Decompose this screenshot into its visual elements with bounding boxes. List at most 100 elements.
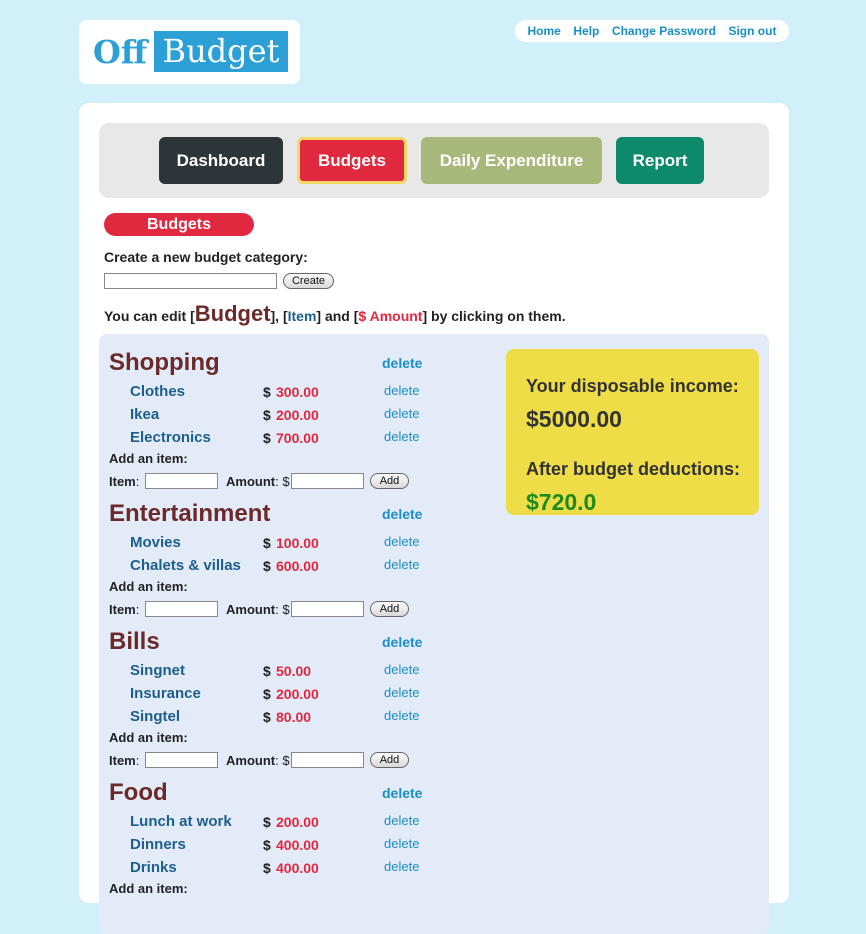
budget-item-row: Movies $ 100.00 delete xyxy=(109,534,429,554)
dollar-sign: $ xyxy=(263,558,271,574)
item-delete-link[interactable]: delete xyxy=(384,685,419,700)
add-amount-label: Amount: $ xyxy=(226,602,290,617)
add-item-heading: Add an item: xyxy=(109,730,188,745)
budget-item-row: Electronics $ 700.00 delete xyxy=(109,429,429,449)
logo-off-text: Off xyxy=(93,33,148,71)
item-name[interactable]: Insurance xyxy=(130,685,201,702)
item-amount[interactable]: 600.00 xyxy=(276,558,319,574)
item-amount[interactable]: 200.00 xyxy=(276,686,319,702)
hint-item: Item xyxy=(287,308,317,324)
add-item-label: Item: xyxy=(109,753,140,768)
add-item-amount-input[interactable] xyxy=(291,601,364,617)
category-title[interactable]: Shopping xyxy=(109,349,220,377)
item-delete-link[interactable]: delete xyxy=(384,836,419,851)
tab-budgets[interactable]: Budgets xyxy=(297,137,407,184)
logo[interactable]: Off Budget xyxy=(79,20,300,84)
after-deductions-label: After budget deductions: xyxy=(526,459,740,479)
item-delete-link[interactable]: delete xyxy=(384,708,419,723)
item-amount[interactable]: 200.00 xyxy=(276,407,319,423)
item-amount[interactable]: 100.00 xyxy=(276,535,319,551)
create-button[interactable]: Create xyxy=(283,273,334,289)
item-delete-link[interactable]: delete xyxy=(384,813,419,828)
category-title[interactable]: Bills xyxy=(109,628,160,656)
tab-daily-expenditure[interactable]: Daily Expenditure xyxy=(421,137,602,184)
add-item-label: Item: xyxy=(109,474,140,489)
add-item-heading: Add an item: xyxy=(109,451,188,466)
budget-item-row: Ikea $ 200.00 delete xyxy=(109,406,429,426)
item-name[interactable]: Dinners xyxy=(130,836,186,853)
nav-help-link[interactable]: Help xyxy=(573,24,599,38)
category-delete-link[interactable]: delete xyxy=(382,785,422,801)
item-name[interactable]: Clothes xyxy=(130,383,185,400)
add-item-name-input[interactable] xyxy=(145,752,218,768)
create-category-input[interactable] xyxy=(104,273,277,289)
item-name[interactable]: Singnet xyxy=(130,662,185,679)
add-item-amount-input[interactable] xyxy=(291,752,364,768)
after-deductions-value: $720.0 xyxy=(526,489,597,515)
budget-panel: Your disposable income: $5000.00 After b… xyxy=(99,334,769,934)
add-item-name-input[interactable] xyxy=(145,473,218,489)
add-item-button[interactable]: Add xyxy=(370,473,409,489)
tab-report[interactable]: Report xyxy=(616,137,704,184)
nav-home-link[interactable]: Home xyxy=(528,24,561,38)
item-name[interactable]: Electronics xyxy=(130,429,211,446)
category-delete-link[interactable]: delete xyxy=(382,355,422,371)
budget-item-row: Lunch at work $ 200.00 delete xyxy=(109,813,429,833)
budget-item-row: Dinners $ 400.00 delete xyxy=(109,836,429,856)
item-delete-link[interactable]: delete xyxy=(384,534,419,549)
item-name[interactable]: Movies xyxy=(130,534,181,551)
tab-bar: Dashboard Budgets Daily Expenditure Repo… xyxy=(99,123,769,198)
item-amount[interactable]: 400.00 xyxy=(276,837,319,853)
dollar-sign: $ xyxy=(263,663,271,679)
add-amount-label: Amount: $ xyxy=(226,753,290,768)
dollar-sign: $ xyxy=(263,384,271,400)
category-title[interactable]: Entertainment xyxy=(109,500,270,528)
item-label: Item xyxy=(109,602,136,617)
item-name[interactable]: Chalets & villas xyxy=(130,557,241,574)
add-item-form: Item: Amount: $ Add xyxy=(109,752,429,770)
item-amount[interactable]: 400.00 xyxy=(276,860,319,876)
item-name[interactable]: Lunch at work xyxy=(130,813,232,830)
item-amount[interactable]: 300.00 xyxy=(276,384,319,400)
item-name[interactable]: Drinks xyxy=(130,859,177,876)
add-item-amount-input[interactable] xyxy=(291,473,364,489)
main-container: Dashboard Budgets Daily Expenditure Repo… xyxy=(79,103,789,934)
item-label: Item xyxy=(109,474,136,489)
item-delete-link[interactable]: delete xyxy=(384,662,419,677)
category-title[interactable]: Food xyxy=(109,779,168,807)
item-amount[interactable]: 80.00 xyxy=(276,709,311,725)
item-name[interactable]: Singtel xyxy=(130,708,180,725)
amount-label: Amount xyxy=(226,474,276,489)
add-item-name-input[interactable] xyxy=(145,601,218,617)
item-delete-link[interactable]: delete xyxy=(384,406,419,421)
disposable-income-label: Your disposable income: xyxy=(526,376,739,396)
item-delete-link[interactable]: delete xyxy=(384,859,419,874)
category-delete-link[interactable]: delete xyxy=(382,506,422,522)
category-delete-link[interactable]: delete xyxy=(382,634,422,650)
tab-dashboard[interactable]: Dashboard xyxy=(159,137,283,184)
add-item-button[interactable]: Add xyxy=(370,601,409,617)
hint-text-1: You can edit [ xyxy=(104,308,195,324)
budget-item-row: Chalets & villas $ 600.00 delete xyxy=(109,557,429,577)
add-item-button[interactable]: Add xyxy=(370,752,409,768)
item-label: Item xyxy=(109,753,136,768)
dollar-sign: $ xyxy=(263,430,271,446)
item-amount[interactable]: 200.00 xyxy=(276,814,319,830)
budget-item-row: Singnet $ 50.00 delete xyxy=(109,662,429,682)
nav-change-password-link[interactable]: Change Password xyxy=(612,24,716,38)
dollar-sign: $ xyxy=(263,837,271,853)
dollar-sign: $ xyxy=(263,407,271,423)
logo-budget-text: Budget xyxy=(154,31,288,72)
nav-sign-out-link[interactable]: Sign out xyxy=(728,24,776,38)
item-name[interactable]: Ikea xyxy=(130,406,159,423)
hint-text-4: ] by clicking on them. xyxy=(422,308,566,324)
income-summary: Your disposable income: $5000.00 After b… xyxy=(506,349,759,515)
dollar-sign: $ xyxy=(263,814,271,830)
item-delete-link[interactable]: delete xyxy=(384,383,419,398)
item-delete-link[interactable]: delete xyxy=(384,429,419,444)
item-amount[interactable]: 700.00 xyxy=(276,430,319,446)
item-delete-link[interactable]: delete xyxy=(384,557,419,572)
item-amount[interactable]: 50.00 xyxy=(276,663,311,679)
budget-item-row: Drinks $ 400.00 delete xyxy=(109,859,429,879)
section-title: Budgets xyxy=(104,213,254,236)
